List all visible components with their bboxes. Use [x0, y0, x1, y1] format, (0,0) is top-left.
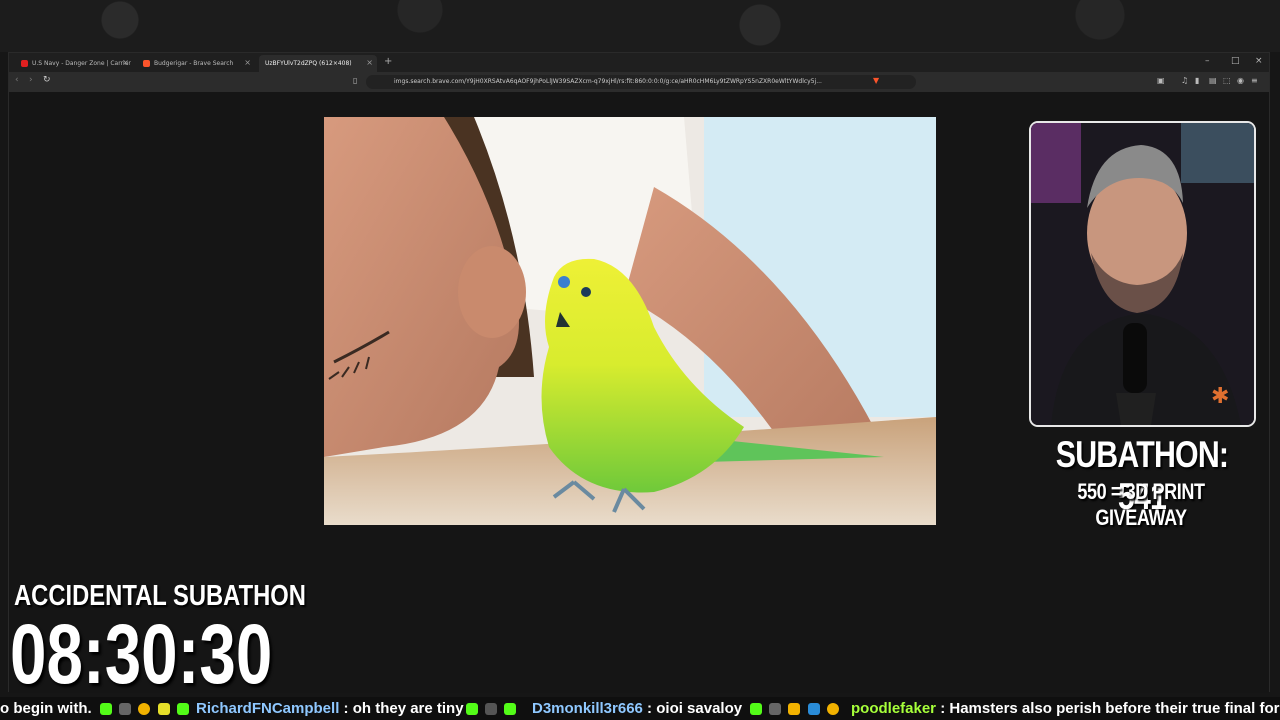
chat-badges	[100, 697, 192, 720]
tab-title: UzBFYUlvT2dZPQ (612×408)	[265, 60, 352, 67]
chat-line-richard: RichardFNCampbell : oh they are tiny	[196, 697, 464, 720]
bookmark-icon[interactable]: ▯	[353, 76, 357, 85]
chat-separator: :	[936, 700, 950, 717]
svg-text:✱: ✱	[1211, 384, 1229, 409]
close-tab-icon[interactable]: ×	[366, 58, 373, 67]
browser-toolbar: ‹ › ↻ ▯ imgs.search.brave.com/Y9jH0XRSAt…	[9, 72, 1269, 92]
stream-backdrop	[0, 0, 1280, 52]
diamond-badge-icon	[504, 703, 517, 716]
subathon-goal: 550 = 3D PRINT GIVEAWAY	[1077, 479, 1205, 530]
reload-icon[interactable]: ↻	[43, 75, 51, 85]
brave-icon	[143, 60, 150, 67]
chat-message-fragment: o begin with.	[0, 697, 92, 720]
chat-message-text: oh they are tiny	[352, 700, 464, 717]
vpn-icon[interactable]: ◉	[1237, 76, 1244, 85]
chat-message-text: Hamsters also perish before their true f…	[949, 700, 1280, 717]
extensions-icon[interactable]: ⬚	[1223, 76, 1231, 85]
chat-username: poodlefaker	[851, 700, 937, 717]
tab-budgerigar[interactable]: Budgerigar - Brave Search ×	[137, 55, 255, 72]
address-bar[interactable]: imgs.search.brave.com/Y9jH0XRSAtvA6qAOF9…	[366, 75, 916, 89]
tab-danger-zone[interactable]: U.S Navy - Danger Zone | Carrier ×	[15, 55, 133, 72]
maximize-icon[interactable]: □	[1231, 56, 1240, 66]
close-tab-icon[interactable]: ×	[244, 58, 251, 67]
tier-badge-icon	[807, 703, 820, 716]
chat-line-d3monkill3r: D3monkill3r666 : oioi savaloy	[532, 697, 742, 720]
close-tab-icon[interactable]: ×	[122, 58, 129, 67]
chat-username: D3monkill3r666	[532, 700, 643, 717]
chat-badges	[466, 697, 519, 720]
youtube-icon	[21, 60, 28, 67]
new-tab-icon[interactable]: +	[384, 56, 392, 67]
tab-title: Budgerigar - Brave Search	[154, 60, 234, 67]
sub-badge-icon	[138, 703, 151, 716]
chat-separator: :	[642, 700, 657, 717]
chat-line-poodlefaker: poodlefaker : Hamsters also perish befor…	[851, 697, 1280, 720]
chat-message-text: oioi savaloy	[656, 700, 743, 717]
sub-badge-icon	[826, 703, 839, 716]
brave-shields-icon[interactable]: ▼	[873, 76, 879, 85]
kick-badge-icon	[466, 703, 478, 716]
avatar-badge-icon	[769, 703, 782, 716]
avatar-badge-icon	[119, 703, 132, 716]
star-badge-icon	[157, 703, 170, 716]
kick-badge-icon	[100, 703, 112, 716]
sidebar-icon[interactable]: ▮	[1195, 76, 1199, 85]
chat-message-text: o begin with.	[0, 700, 92, 717]
gift-badge-icon	[176, 703, 189, 716]
streamer-webcam: ✱	[1031, 123, 1254, 425]
avatar-badge-icon	[485, 703, 498, 716]
tab-image[interactable]: UzBFYUlvT2dZPQ (612×408) ×	[259, 55, 377, 72]
url-text: imgs.search.brave.com/Y9jH0XRSAtvA6qAOF9…	[394, 78, 822, 85]
chat-badges	[750, 697, 842, 720]
tab-search-icon[interactable]: ▣	[1157, 76, 1165, 85]
forward-icon[interactable]: ›	[29, 75, 33, 85]
budgie-photo	[324, 117, 936, 525]
webcam-frame: ✱	[1029, 121, 1256, 427]
chat-ticker: o begin with. RichardFNCampbell : oh the…	[0, 697, 1280, 720]
wallet-icon[interactable]: ▤	[1209, 76, 1217, 85]
kick-badge-icon	[750, 703, 762, 716]
menu-icon[interactable]: ≡	[1251, 76, 1258, 85]
tab-strip: U.S Navy - Danger Zone | Carrier × Budge…	[9, 53, 1269, 72]
media-icon[interactable]: ♫	[1181, 76, 1188, 85]
back-icon[interactable]: ‹	[15, 75, 19, 85]
close-window-icon[interactable]: ×	[1255, 56, 1263, 66]
minimize-icon[interactable]: –	[1205, 56, 1210, 66]
subathon-timer: 08:30:30	[10, 607, 273, 701]
budgie-image	[324, 117, 936, 525]
crown-badge-icon	[788, 703, 801, 716]
chat-separator: :	[339, 700, 353, 717]
tab-title: U.S Navy - Danger Zone | Carrier	[32, 60, 131, 67]
chat-username: RichardFNCampbell	[196, 700, 340, 717]
